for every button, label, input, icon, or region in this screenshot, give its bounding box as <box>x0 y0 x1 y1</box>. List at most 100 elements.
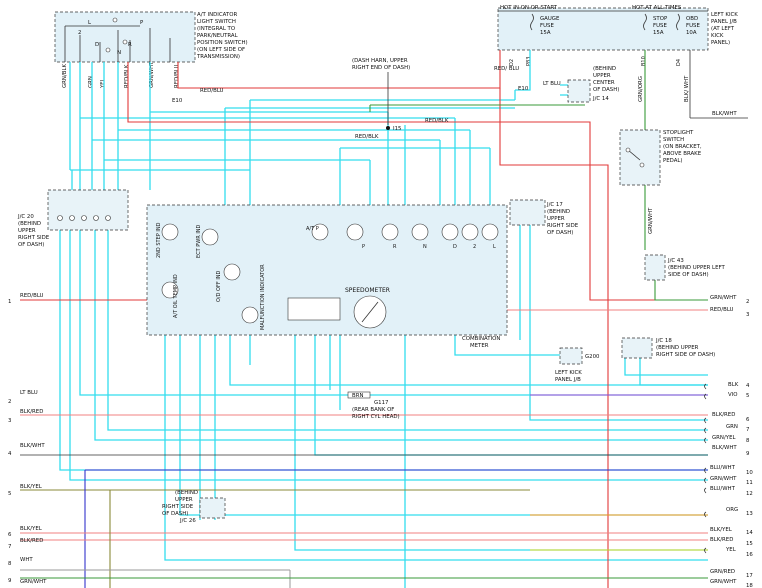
svg-text:BLK/RED: BLK/RED <box>710 537 733 543</box>
blk-wht-right: BLK/WHT <box>712 111 737 117</box>
svg-text:RED/BLU: RED/BLU <box>20 293 44 299</box>
svg-text:GRN: GRN <box>88 76 94 88</box>
jc17-box <box>509 199 546 226</box>
pin-d2: D2 <box>509 59 515 66</box>
svg-text:14: 14 <box>746 530 753 536</box>
svg-text:RIGHT END OF DASH): RIGHT END OF DASH) <box>352 65 410 71</box>
svg-text:6: 6 <box>746 417 750 423</box>
g117-label: G117 (REAR BANK OF RIGHT CYL HEAD) <box>352 400 400 420</box>
jc14-box <box>567 79 591 103</box>
svg-text:WHT: WHT <box>20 557 33 563</box>
svg-text:UPPER: UPPER <box>175 497 193 503</box>
svg-text:PARK/NEUTRAL: PARK/NEUTRAL <box>197 33 238 39</box>
svg-text:(INTEGRAL TO: (INTEGRAL TO <box>197 26 235 32</box>
red-blu-label: RED/BLU <box>200 88 224 94</box>
e10-label-b: E10 <box>518 86 529 92</box>
jc18-box <box>621 337 653 359</box>
svg-text:(DASH HARN, UPPER: (DASH HARN, UPPER <box>352 58 408 64</box>
svg-text:UPPER: UPPER <box>18 228 36 234</box>
svg-text:ECT PWR IND: ECT PWR IND <box>196 224 202 258</box>
jc26-label: (BEHIND UPPER RIGHT SIDE OF DASH) J/C 26 <box>162 490 198 524</box>
svg-text:(BEHIND UPPER LEFT: (BEHIND UPPER LEFT <box>668 265 725 271</box>
svg-text:(BEHIND: (BEHIND <box>18 221 41 227</box>
svg-text:KICK: KICK <box>711 33 724 39</box>
jc17-label: J/C 17 (BEHIND UPPER RIGHT SIDE OF DASH) <box>546 202 579 236</box>
grn-wht-vertical: GRN/WHT <box>648 207 654 234</box>
left-connectors: 1 RED/BLU 2 LT BLU 3 BLK/RED 4 BLK/WHT 5… <box>8 293 47 585</box>
svg-text:A/T OIL TEMP IND: A/T OIL TEMP IND <box>173 274 179 318</box>
svg-text:BLU/WHT: BLU/WHT <box>710 486 736 492</box>
meter-module <box>287 297 341 321</box>
svg-text:UPPER: UPPER <box>547 216 565 222</box>
pos-D: D <box>95 42 99 48</box>
i15-label: I15 <box>393 126 401 132</box>
svg-text:STOPLIGHT: STOPLIGHT <box>663 130 694 136</box>
svg-text:ABOVE BRAKE: ABOVE BRAKE <box>663 151 702 157</box>
svg-text:OF DASH): OF DASH) <box>162 511 188 517</box>
svg-text:J/C 20: J/C 20 <box>17 214 34 220</box>
jc26-box <box>199 497 226 519</box>
svg-text:4: 4 <box>8 451 12 457</box>
svg-text:OBD: OBD <box>686 16 698 22</box>
svg-text:(BEHIND: (BEHIND <box>175 490 198 496</box>
svg-text:BLK/YEL: BLK/YEL <box>710 527 732 533</box>
pin-d4: D4 <box>676 59 682 66</box>
splice-dash-label: (DASH HARN, UPPER RIGHT END OF DASH) <box>352 58 410 71</box>
svg-text:PANEL): PANEL) <box>711 40 730 46</box>
svg-text:L: L <box>493 244 496 250</box>
svg-text:YEL: YEL <box>725 547 736 553</box>
svg-text:ORG: ORG <box>726 507 738 513</box>
svg-text:GRN: GRN <box>726 424 738 430</box>
svg-text:2: 2 <box>473 244 476 250</box>
wiring-diagram: L P 2 D R N A/T INDICATOR LIGHT SWITCH (… <box>0 0 762 588</box>
svg-text:2: 2 <box>746 299 749 305</box>
svg-text:10: 10 <box>746 470 753 476</box>
svg-text:(BEHIND UPPER: (BEHIND UPPER <box>656 345 699 351</box>
svg-text:2ND STEP IND: 2ND STEP IND <box>156 222 162 258</box>
svg-text:GRN/WHT: GRN/WHT <box>20 579 47 585</box>
svg-text:R: R <box>393 244 397 250</box>
g200-label: G200 <box>585 354 600 360</box>
svg-text:J/C 26: J/C 26 <box>179 518 196 524</box>
jc14-label: (BEHIND UPPER CENTER OF DASH) J/C 14 <box>592 66 619 102</box>
pos-R: R <box>128 42 132 48</box>
svg-text:BLK/RED: BLK/RED <box>20 538 43 544</box>
svg-text:12: 12 <box>746 491 753 497</box>
jc43-label: J/C 43 (BEHIND UPPER LEFT SIDE OF DASH) <box>667 258 725 278</box>
svg-text:OF DASH): OF DASH) <box>547 230 573 236</box>
svg-text:GRN/RED: GRN/RED <box>710 569 735 575</box>
svg-text:1: 1 <box>8 299 11 305</box>
svg-text:11: 11 <box>746 480 753 486</box>
svg-text:17: 17 <box>746 573 753 579</box>
svg-text:LT BLU: LT BLU <box>20 390 38 396</box>
svg-text:(AT LEFT: (AT LEFT <box>711 26 735 32</box>
svg-text:15: 15 <box>746 541 753 547</box>
svg-text:SIDE OF DASH): SIDE OF DASH) <box>668 272 709 278</box>
splice-i15 <box>386 126 390 130</box>
svg-text:MALFUNCTION INDICATOR: MALFUNCTION INDICATOR <box>260 264 266 330</box>
svg-text:5: 5 <box>8 491 11 497</box>
svg-text:PEDAL): PEDAL) <box>663 158 683 164</box>
svg-text:(ON BRACKET,: (ON BRACKET, <box>663 144 702 150</box>
svg-text:(ON LEFT SIDE OF: (ON LEFT SIDE OF <box>197 47 245 53</box>
svg-text:GRN/WHT: GRN/WHT <box>710 295 737 301</box>
svg-text:OF DASH): OF DASH) <box>18 242 44 248</box>
jc43-box <box>644 254 666 281</box>
g200-box <box>559 347 583 365</box>
svg-text:G117: G117 <box>374 400 388 406</box>
svg-text:RED/BLU: RED/BLU <box>710 307 734 313</box>
svg-text:YEL: YEL <box>100 78 106 89</box>
svg-text:10A: 10A <box>686 30 697 36</box>
grn-org-label: GRN/ORG <box>638 76 644 102</box>
svg-text:GRN/WHT: GRN/WHT <box>710 579 737 585</box>
red-blk-label: RED/BLK <box>355 134 379 140</box>
svg-text:6: 6 <box>8 532 12 538</box>
svg-text:8: 8 <box>746 438 750 444</box>
left-kick-panel: LEFT KICK PANEL J/B <box>555 370 582 383</box>
svg-text:5: 5 <box>746 393 749 399</box>
svg-text:(BEHIND: (BEHIND <box>547 209 570 215</box>
svg-text:COMBINATION: COMBINATION <box>462 336 500 342</box>
svg-text:(BEHIND: (BEHIND <box>593 66 616 72</box>
svg-text:TRANSMISSION): TRANSMISSION) <box>196 54 240 60</box>
svg-text:3: 3 <box>746 312 749 318</box>
